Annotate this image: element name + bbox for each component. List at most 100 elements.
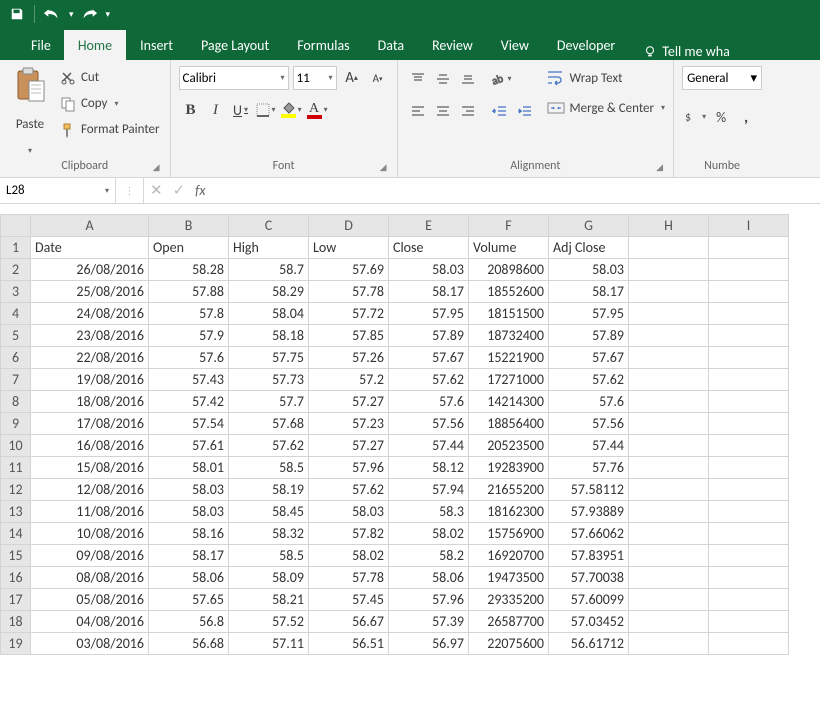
- cell[interactable]: 58.45: [229, 501, 309, 523]
- tell-me[interactable]: Tell me wha: [643, 43, 730, 60]
- cell[interactable]: [709, 303, 789, 325]
- cell[interactable]: 20898600: [469, 259, 549, 281]
- cell[interactable]: [629, 325, 709, 347]
- row-header[interactable]: 8: [1, 391, 31, 413]
- cell[interactable]: 57.9: [149, 325, 229, 347]
- cell[interactable]: [709, 325, 789, 347]
- align-left-button[interactable]: [406, 98, 430, 124]
- cell[interactable]: 56.61712: [549, 633, 629, 655]
- cell[interactable]: [709, 611, 789, 633]
- cell[interactable]: [709, 545, 789, 567]
- cell[interactable]: 58.03: [549, 259, 629, 281]
- clipboard-launcher[interactable]: ◢: [153, 162, 160, 173]
- undo-button[interactable]: [41, 3, 63, 25]
- cell[interactable]: 57.96: [309, 457, 389, 479]
- row-header[interactable]: 12: [1, 479, 31, 501]
- column-header[interactable]: G: [549, 215, 629, 237]
- cell[interactable]: 57.45: [309, 589, 389, 611]
- cell[interactable]: [629, 369, 709, 391]
- cell[interactable]: [709, 479, 789, 501]
- cell[interactable]: 57.56: [389, 413, 469, 435]
- save-button[interactable]: [6, 3, 28, 25]
- tab-review[interactable]: Review: [418, 30, 487, 60]
- cell[interactable]: 57.62: [389, 369, 469, 391]
- cell[interactable]: 57.27: [309, 435, 389, 457]
- select-all-corner[interactable]: [1, 215, 31, 237]
- cell[interactable]: 56.68: [149, 633, 229, 655]
- cell[interactable]: [709, 391, 789, 413]
- row-header[interactable]: 13: [1, 501, 31, 523]
- paste-button[interactable]: Paste ▾: [8, 64, 52, 157]
- row-header[interactable]: 9: [1, 413, 31, 435]
- cell[interactable]: 58.02: [309, 545, 389, 567]
- cell[interactable]: 10/08/2016: [31, 523, 149, 545]
- cell[interactable]: 29335200: [469, 589, 549, 611]
- cell[interactable]: 57.72: [309, 303, 389, 325]
- tab-page-layout[interactable]: Page Layout: [187, 30, 283, 60]
- cell[interactable]: [629, 545, 709, 567]
- cell[interactable]: 57.83951: [549, 545, 629, 567]
- cell[interactable]: 57.62: [229, 435, 309, 457]
- format-painter-button[interactable]: Format Painter: [58, 118, 162, 141]
- cell[interactable]: 57.11: [229, 633, 309, 655]
- decrease-font-button[interactable]: A▾: [367, 66, 389, 90]
- row-header[interactable]: 3: [1, 281, 31, 303]
- wrap-text-button[interactable]: Wrap Text: [547, 66, 666, 90]
- cell[interactable]: 12/08/2016: [31, 479, 149, 501]
- cell[interactable]: 57.39: [389, 611, 469, 633]
- row-header[interactable]: 6: [1, 347, 31, 369]
- cell[interactable]: 18/08/2016: [31, 391, 149, 413]
- cell[interactable]: 58.29: [229, 281, 309, 303]
- cell[interactable]: 26587700: [469, 611, 549, 633]
- cell[interactable]: [709, 501, 789, 523]
- cell[interactable]: 19473500: [469, 567, 549, 589]
- cell[interactable]: 58.02: [389, 523, 469, 545]
- cell[interactable]: 57.23: [309, 413, 389, 435]
- row-header[interactable]: 4: [1, 303, 31, 325]
- cell[interactable]: 18732400: [469, 325, 549, 347]
- tab-file[interactable]: File: [18, 30, 64, 60]
- cell[interactable]: 57.93889: [549, 501, 629, 523]
- fill-color-button[interactable]: ▾: [279, 97, 304, 123]
- cell[interactable]: 18162300: [469, 501, 549, 523]
- cell[interactable]: 57.88: [149, 281, 229, 303]
- tab-developer[interactable]: Developer: [543, 30, 629, 60]
- cell[interactable]: 57.27: [309, 391, 389, 413]
- cell[interactable]: 57.52: [229, 611, 309, 633]
- number-format-select[interactable]: General▾: [682, 66, 762, 90]
- cell[interactable]: 21655200: [469, 479, 549, 501]
- cell[interactable]: 26/08/2016: [31, 259, 149, 281]
- cell[interactable]: 57.94: [389, 479, 469, 501]
- name-box[interactable]: L28▾: [0, 178, 116, 203]
- cell[interactable]: 16/08/2016: [31, 435, 149, 457]
- cell[interactable]: 58.03: [149, 479, 229, 501]
- cell[interactable]: 58.2: [389, 545, 469, 567]
- cell[interactable]: Date: [31, 237, 149, 259]
- cell[interactable]: 23/08/2016: [31, 325, 149, 347]
- tab-data[interactable]: Data: [364, 30, 418, 60]
- cell[interactable]: 56.67: [309, 611, 389, 633]
- cell[interactable]: [709, 567, 789, 589]
- insert-function-button[interactable]: fx: [195, 182, 205, 199]
- cell[interactable]: 57.6: [149, 347, 229, 369]
- cell[interactable]: [709, 259, 789, 281]
- cell[interactable]: 18856400: [469, 413, 549, 435]
- cell[interactable]: 57.76: [549, 457, 629, 479]
- orientation-button[interactable]: ab▾: [488, 66, 514, 92]
- cell[interactable]: 57.70038: [549, 567, 629, 589]
- column-header[interactable]: B: [149, 215, 229, 237]
- cell[interactable]: 19283900: [469, 457, 549, 479]
- cell[interactable]: [709, 457, 789, 479]
- cell[interactable]: [629, 303, 709, 325]
- increase-font-button[interactable]: A▴: [341, 66, 363, 90]
- row-header[interactable]: 5: [1, 325, 31, 347]
- cell[interactable]: 58.5: [229, 457, 309, 479]
- cell[interactable]: 18552600: [469, 281, 549, 303]
- cell[interactable]: 16920700: [469, 545, 549, 567]
- cell[interactable]: 09/08/2016: [31, 545, 149, 567]
- cell[interactable]: Open: [149, 237, 229, 259]
- align-middle-button[interactable]: [431, 66, 455, 92]
- cell[interactable]: [629, 347, 709, 369]
- cell[interactable]: 57.43: [149, 369, 229, 391]
- cell[interactable]: 57.7: [229, 391, 309, 413]
